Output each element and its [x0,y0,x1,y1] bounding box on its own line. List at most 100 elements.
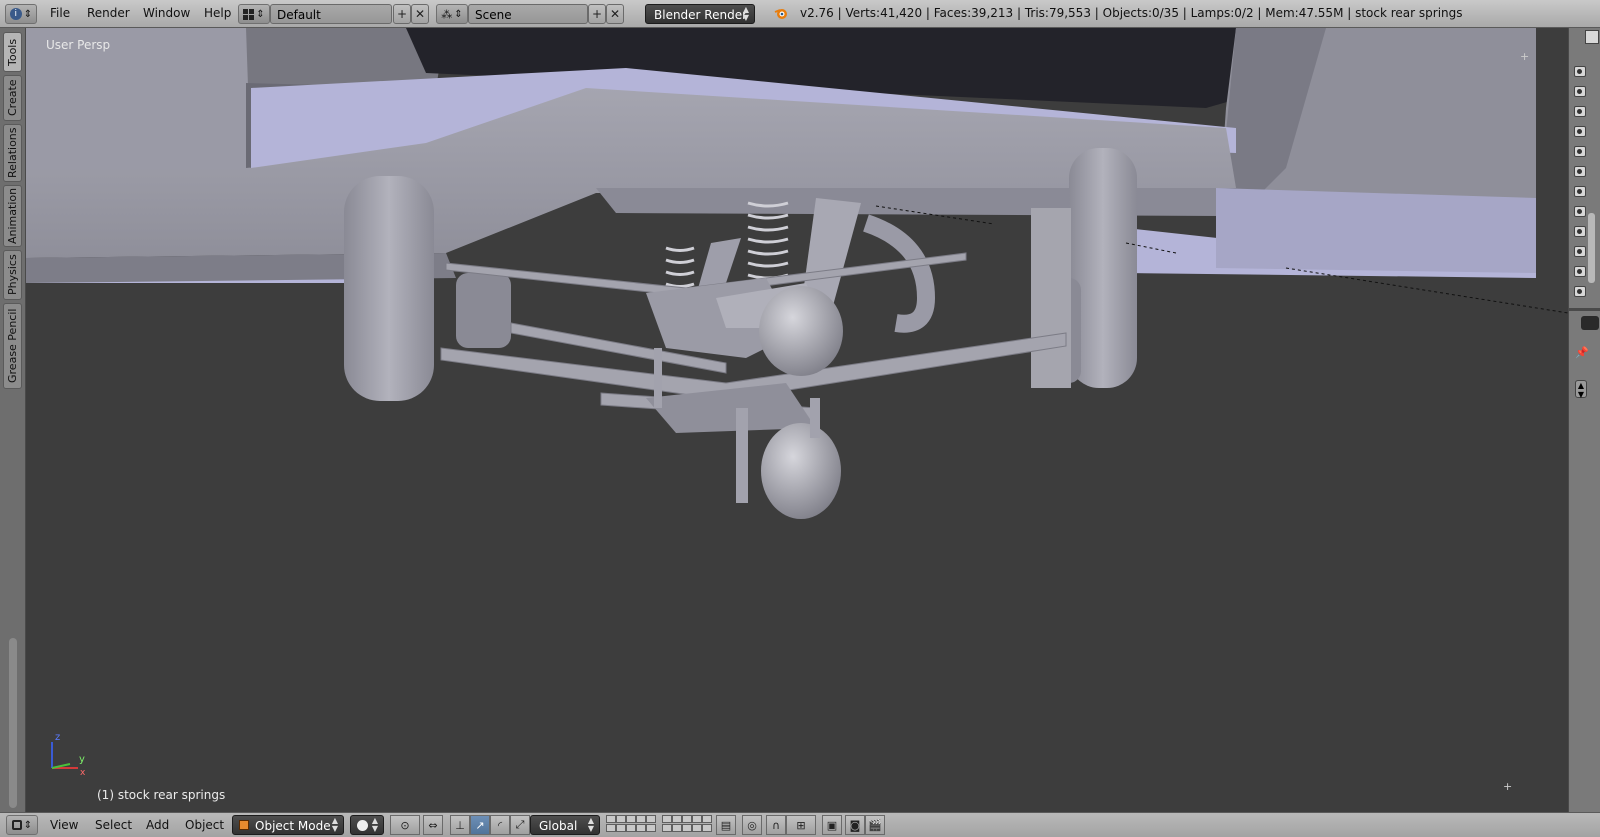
render-engine-dropdown[interactable]: Blender Render ▲ ▼ [645,4,755,24]
layer-button[interactable] [616,815,626,823]
render-visibility-icon[interactable] [1574,86,1586,97]
delete-layout-button[interactable]: ✕ [411,4,429,24]
scene-field[interactable]: Scene [468,4,588,24]
screen-layout-icon [243,8,255,20]
outliner-scrollbar[interactable] [1588,213,1595,283]
properties-editor-icon[interactable] [1581,316,1599,330]
opengl-render-image-button[interactable]: ◙ [845,815,865,835]
transform-orientation-dropdown[interactable]: Global ▲ ▼ [530,815,600,835]
menu-help[interactable]: Help [204,6,231,20]
layer-button[interactable] [636,815,646,823]
menu-view[interactable]: View [50,818,78,832]
toolshelf-scrollbar[interactable] [9,638,17,808]
tab-animation[interactable]: Animation [3,185,22,247]
tab-grease-pencil[interactable]: Grease Pencil [3,303,22,389]
snap-toggle[interactable]: ∩ [766,815,786,835]
snap-element-dropdown[interactable]: ⊞ [786,815,816,835]
render-only-button[interactable]: ▣ [822,815,842,835]
viewport-shading-dropdown[interactable]: ▲ ▼ [350,815,384,835]
rotate-manipulator-button[interactable]: ◜ [490,815,510,835]
render-icon: ◙ [849,818,861,832]
properties-divider [1569,308,1600,311]
interaction-mode-dropdown[interactable]: Object Mode ▲ ▼ [232,815,344,835]
menu-object[interactable]: Object [185,818,224,832]
layer-button[interactable] [672,815,682,823]
tab-tools[interactable]: Tools [3,32,22,72]
render-visibility-icon[interactable] [1574,286,1586,297]
outliner-strip: 📌 ▲ ▼ [1568,28,1600,812]
viewport-split-plus-icon[interactable]: + [1520,50,1529,63]
menu-window[interactable]: Window [143,6,190,20]
tab-relations[interactable]: Relations [3,124,22,182]
layer-button[interactable] [626,815,636,823]
chevron-updown-icon: ▲ ▼ [371,816,378,833]
outliner-editor-icon[interactable] [1585,30,1599,44]
render-visibility-icon[interactable] [1574,186,1586,197]
layer-button[interactable] [626,824,636,832]
render-visibility-icon[interactable] [1574,146,1586,157]
delete-scene-button[interactable]: ✕ [606,4,624,24]
layer-button[interactable] [616,824,626,832]
scene-selector[interactable]: ⁂ ⇕ [436,4,468,24]
layer-button[interactable] [662,824,672,832]
layer-button[interactable] [662,815,672,823]
layers-icon: ▤ [720,818,732,832]
add-layout-button[interactable]: + [393,4,411,24]
scene-render [26,28,1568,519]
menu-add[interactable]: Add [146,818,169,832]
translate-manipulator-button[interactable]: ↗ [470,815,490,835]
manipulator-toggle[interactable]: ⊥ [450,815,470,835]
layer-button[interactable] [672,824,682,832]
proportional-editing-button[interactable]: ◎ [742,815,762,835]
render-visibility-icon[interactable] [1574,246,1586,257]
layer-button[interactable] [702,815,712,823]
render-visibility-icon[interactable] [1574,226,1586,237]
render-visibility-icon[interactable] [1574,126,1586,137]
render-visibility-icon[interactable] [1574,66,1586,77]
rear-axle [646,278,843,519]
layer-button[interactable] [636,824,646,832]
render-visibility-icon[interactable] [1574,206,1586,217]
scene-icon: ⁂ [441,7,453,21]
screen-layout-field[interactable]: Default [270,4,392,24]
layer-button[interactable] [682,824,692,832]
clapper-icon: 🎬 [868,818,882,832]
menu-select[interactable]: Select [95,818,132,832]
layer-button[interactable] [702,824,712,832]
opengl-render-animation-button[interactable]: 🎬 [865,815,885,835]
viewport-corner-plus-icon[interactable]: + [1503,780,1512,793]
scale-manipulator-button[interactable]: ⤢ [510,815,530,835]
chevron-updown-icon: ⇕ [256,8,265,20]
pivot-point-dropdown[interactable]: ⊙ [390,815,420,835]
render-visibility-icon[interactable] [1574,266,1586,277]
magnet-icon: ∩ [771,818,781,832]
layer-button[interactable] [646,824,656,832]
render-visibility-icon[interactable] [1574,166,1586,177]
tab-physics[interactable]: Physics [3,250,22,300]
layer-button[interactable] [606,815,616,823]
lock-layers-button[interactable]: ▤ [716,815,736,835]
chevron-updown-icon: ⇕ [23,8,33,20]
blender-logo-icon [774,6,788,20]
layer-button[interactable] [606,824,616,832]
axis-x-label: x [80,768,86,778]
interaction-mode-label: Object Mode [255,819,331,833]
info-editor-type-button[interactable]: i ⇕ [5,4,37,24]
add-scene-button[interactable]: + [588,4,606,24]
layer-button[interactable] [646,815,656,823]
screen-layout-selector[interactable]: ⇕ [238,4,270,24]
menu-render[interactable]: Render [87,6,130,20]
menu-file[interactable]: File [50,6,70,20]
layer-button[interactable] [692,824,702,832]
view3d-editor-type-button[interactable]: ⇕ [6,815,38,835]
tab-create[interactable]: Create [3,75,22,121]
align-selection-button[interactable]: ⇔ [423,815,443,835]
chevron-updown-icon[interactable]: ▲ ▼ [1575,380,1587,399]
axis-y-label: y [79,754,85,765]
pin-icon[interactable]: 📌 [1575,346,1589,359]
3d-viewport[interactable]: User Persp z y x (1) stock rear springs … [26,28,1568,812]
layer-button[interactable] [682,815,692,823]
layer-button[interactable] [692,815,702,823]
axis-z-label: z [55,732,61,743]
render-visibility-icon[interactable] [1574,106,1586,117]
